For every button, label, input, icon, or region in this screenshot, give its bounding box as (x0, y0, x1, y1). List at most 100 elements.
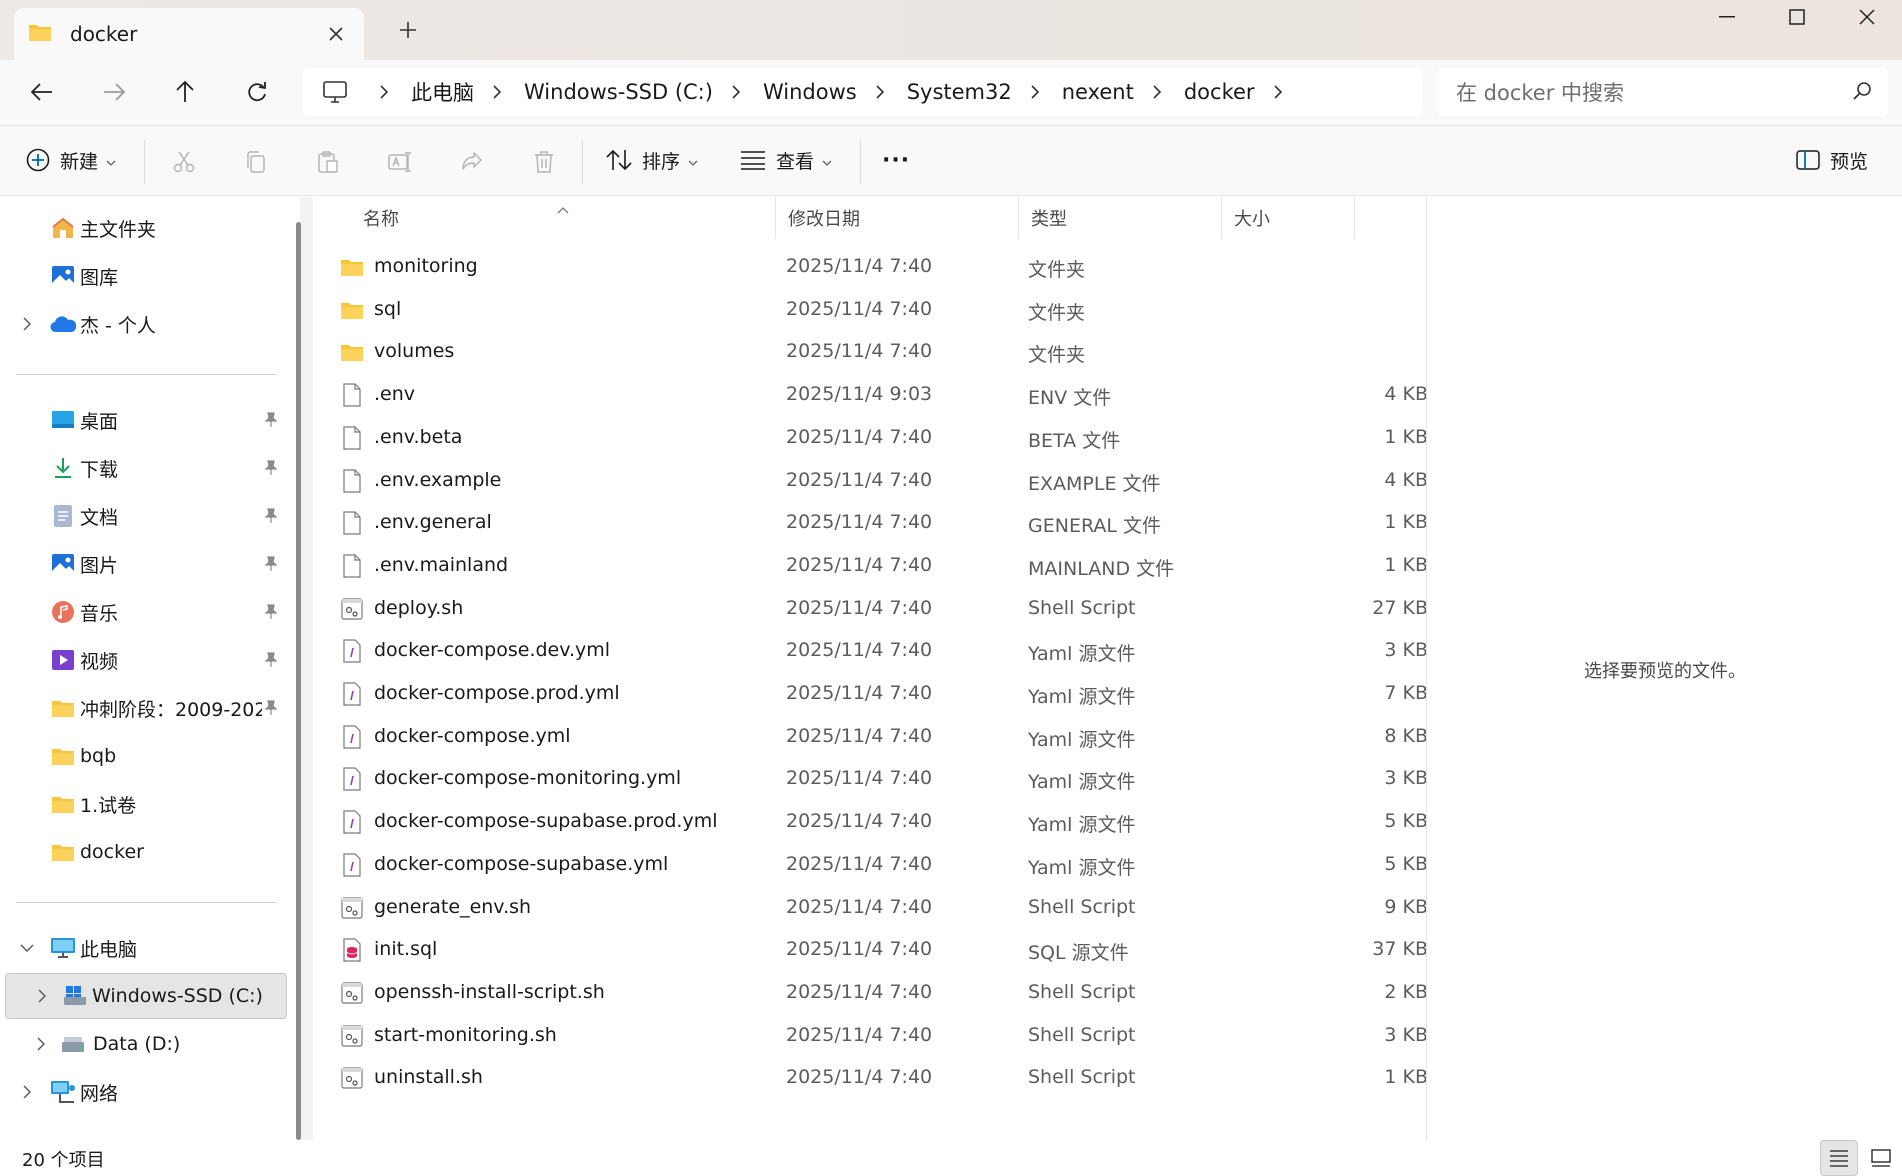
sidebar-item-onedrive[interactable]: 杰 - 个人 (0, 301, 290, 347)
details-view-button[interactable] (1820, 1140, 1858, 1176)
breadcrumb-nexent[interactable]: nexent (1062, 80, 1134, 104)
refresh-button[interactable] (235, 72, 279, 112)
sidebar-item-home[interactable]: 主文件夹 (0, 205, 290, 251)
file-row[interactable]: docker-compose.prod.yml 2025/11/4 7:40 Yam… (328, 672, 1428, 715)
sidebar-item-network[interactable]: 网络 (0, 1069, 290, 1115)
chevron-right-icon[interactable] (1269, 84, 1287, 100)
chevron-right-icon[interactable] (33, 987, 51, 1005)
pin-icon[interactable] (264, 651, 278, 673)
column-header-type[interactable]: 类型 (1019, 197, 1219, 239)
chevron-down-icon[interactable] (18, 939, 36, 957)
file-row[interactable]: docker-compose.yml 2025/11/4 7:40 Yaml 源文件… (328, 715, 1428, 758)
pin-icon[interactable] (264, 699, 278, 721)
chevron-right-icon[interactable] (18, 315, 36, 333)
tiles-view-button[interactable] (1862, 1140, 1900, 1176)
pin-icon[interactable] (264, 459, 278, 481)
chevron-right-icon[interactable] (18, 1083, 36, 1101)
forward-button[interactable] (92, 72, 136, 112)
tab-docker[interactable]: docker (14, 8, 364, 60)
preview-button[interactable]: 预览 (1796, 140, 1868, 180)
up-button[interactable] (163, 72, 207, 112)
back-button[interactable] (20, 72, 64, 112)
sidebar-item-windows-ssd[interactable]: Windows-SSD (C:) (5, 973, 287, 1019)
breadcrumb-system32[interactable]: System32 (907, 80, 1012, 104)
file-row[interactable]: monitoring 2025/11/4 7:40 文件夹 (328, 245, 1428, 288)
sidebar-item-downloads[interactable]: 下载 (0, 445, 290, 491)
sidebar-item-this-pc[interactable]: 此电脑 (0, 925, 290, 971)
share-icon[interactable] (456, 146, 488, 178)
file-row[interactable]: generate_env.sh 2025/11/4 7:40 Shell Scrip… (328, 886, 1428, 929)
file-row[interactable]: docker-compose.dev.yml 2025/11/4 7:40 Yaml… (328, 629, 1428, 672)
breadcrumb-windows-ssd[interactable]: Windows-SSD (C:) (524, 80, 713, 104)
copy-icon[interactable] (240, 146, 272, 178)
sidebar-item-sprint-folder[interactable]: 冲刺阶段：2009-2023 (0, 685, 290, 731)
sort-button[interactable]: 排序 (606, 140, 698, 180)
file-row[interactable]: .env.general 2025/11/4 7:40 GENERAL 文件 1 KB (328, 501, 1428, 544)
sidebar-item-bqb[interactable]: bqb (0, 733, 290, 779)
file-row[interactable]: sql 2025/11/4 7:40 文件夹 (328, 288, 1428, 331)
pin-icon[interactable] (264, 555, 278, 577)
details-view-icon (1829, 1149, 1849, 1167)
column-header-size[interactable]: 大小 (1222, 197, 1352, 239)
column-header-name[interactable]: 名称 (351, 197, 751, 239)
sidebar-item-docker[interactable]: docker (0, 829, 290, 875)
chevron-right-icon[interactable] (1026, 84, 1044, 100)
chevron-right-icon[interactable] (727, 84, 745, 100)
sidebar-item-desktop[interactable]: 桌面 (0, 397, 290, 443)
new-button[interactable]: 新建 (26, 140, 116, 180)
view-label: 查看 (776, 150, 815, 173)
rename-icon[interactable] (384, 146, 416, 178)
pin-icon[interactable] (264, 507, 278, 529)
file-row[interactable]: .env 2025/11/4 9:03 ENV 文件 4 KB (328, 373, 1428, 416)
file-row[interactable]: openssh-install-script.sh 2025/11/4 7:40 S… (328, 971, 1428, 1014)
chevron-right-icon[interactable] (488, 84, 506, 100)
address-bar[interactable]: 此电脑 Windows-SSD (C:) Windows System32 ne… (303, 68, 1423, 116)
chevron-right-icon[interactable] (1148, 84, 1166, 100)
pin-icon[interactable] (264, 603, 278, 625)
column-divider[interactable] (1354, 197, 1355, 239)
file-type: SQL 源文件 (1028, 942, 1129, 965)
file-row[interactable]: .env.mainland 2025/11/4 7:40 MAINLAND 文件 1 … (328, 544, 1428, 587)
chevron-down-icon (822, 149, 832, 171)
file-row[interactable]: start-monitoring.sh 2025/11/4 7:40 Shell S… (328, 1014, 1428, 1057)
file-row[interactable]: docker-compose-supabase.yml 2025/11/4 7:4… (328, 843, 1428, 886)
sidebar-item-gallery[interactable]: 图库 (0, 253, 290, 299)
sidebar-item-documents[interactable]: 文档 (0, 493, 290, 539)
sidebar-item-label: 图库 (80, 266, 119, 289)
search-icon[interactable] (1852, 81, 1872, 106)
view-button[interactable]: 查看 (740, 140, 832, 180)
minimize-button[interactable] (1692, 0, 1762, 34)
file-row[interactable]: .env.example 2025/11/4 7:40 EXAMPLE 文件 4 KB (328, 459, 1428, 502)
sidebar-item-data-drive[interactable]: Data (D:) (0, 1021, 290, 1067)
sidebar-item-videos[interactable]: 视频 (0, 637, 290, 683)
column-header-date[interactable]: 修改日期 (776, 197, 1016, 239)
file-type: Shell Script (1028, 596, 1136, 619)
chevron-right-icon[interactable] (375, 84, 393, 100)
breadcrumb-docker[interactable]: docker (1184, 80, 1255, 104)
chevron-right-icon[interactable] (871, 84, 889, 100)
maximize-button[interactable] (1762, 0, 1832, 34)
file-row[interactable]: deploy.sh 2025/11/4 7:40 Shell Script 27 KB (328, 587, 1428, 630)
file-row[interactable]: uninstall.sh 2025/11/4 7:40 Shell Script 1 … (328, 1056, 1428, 1099)
breadcrumb-windows[interactable]: Windows (763, 80, 857, 104)
new-tab-button[interactable] (392, 14, 424, 46)
search-input[interactable]: 在 docker 中搜索 (1436, 68, 1888, 116)
chevron-right-icon[interactable] (32, 1035, 50, 1053)
cut-icon[interactable] (168, 146, 200, 178)
more-options-button[interactable]: ··· (882, 140, 910, 180)
file-row[interactable]: init.sql 2025/11/4 7:40 SQL 源文件 37 KB (328, 928, 1428, 971)
file-row[interactable]: docker-compose-supabase.prod.yml 2025/11/… (328, 800, 1428, 843)
paste-icon[interactable] (312, 146, 344, 178)
sidebar-item-pictures[interactable]: 图片 (0, 541, 290, 587)
file-row[interactable]: docker-compose-monitoring.yml 2025/11/4 7… (328, 757, 1428, 800)
file-row[interactable]: volumes 2025/11/4 7:40 文件夹 (328, 330, 1428, 373)
pin-icon[interactable] (264, 411, 278, 433)
delete-icon[interactable] (528, 146, 560, 178)
sidebar-scrollbar-thumb[interactable] (296, 222, 301, 1140)
sidebar-item-music[interactable]: 音乐 (0, 589, 290, 635)
file-row[interactable]: .env.beta 2025/11/4 7:40 BETA 文件 1 KB (328, 416, 1428, 459)
close-tab-icon[interactable] (322, 20, 350, 48)
breadcrumb-this-pc[interactable]: 此电脑 (411, 77, 474, 107)
close-window-button[interactable] (1832, 0, 1902, 34)
sidebar-item-exam-papers[interactable]: 1.试卷 (0, 781, 290, 827)
